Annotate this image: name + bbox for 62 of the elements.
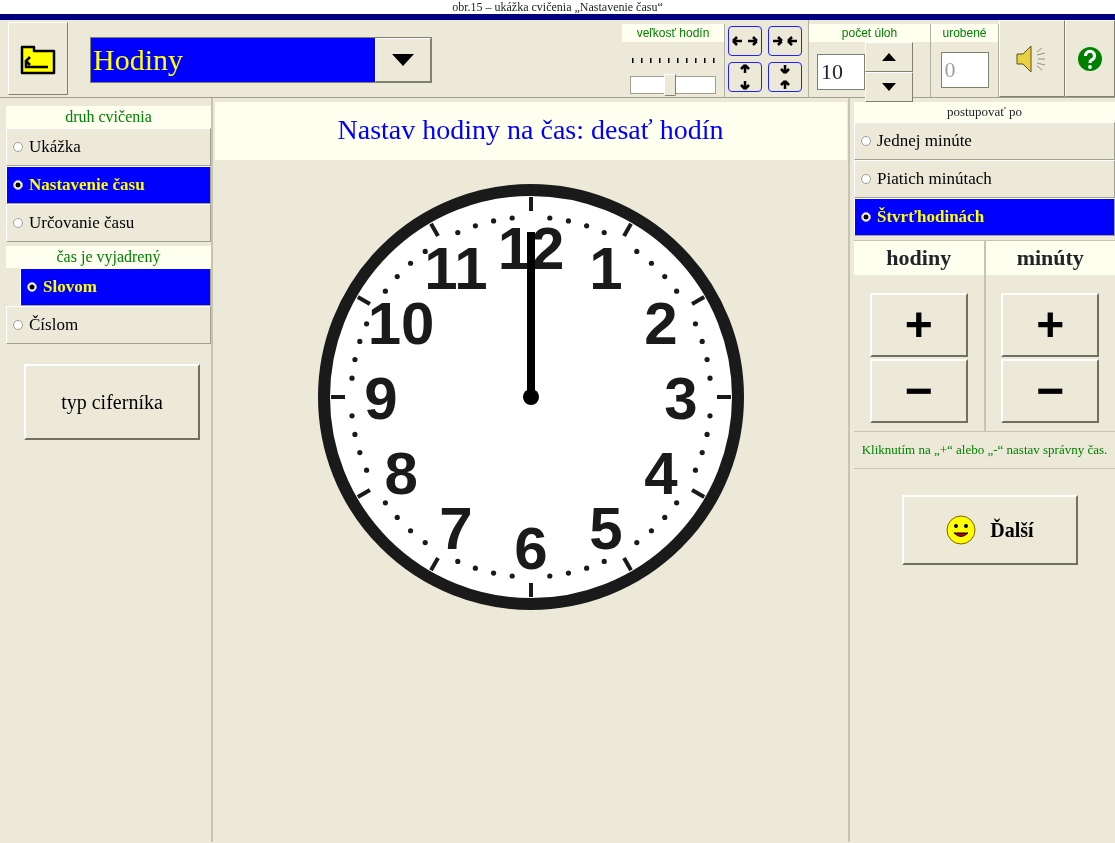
radio-icon — [13, 142, 23, 152]
option-item[interactable]: Určovanie času — [6, 204, 211, 242]
clock-numeral: 8 — [383, 440, 418, 507]
clock-numeral: 2 — [643, 290, 678, 357]
size-slider[interactable] — [630, 76, 716, 94]
topic-dropdown[interactable]: Hodiny — [90, 37, 432, 83]
clock-numeral: 4 — [643, 440, 678, 507]
resize-button[interactable] — [728, 61, 762, 92]
field-label: počet úloh — [809, 24, 930, 42]
caret-icon — [392, 54, 414, 66]
radio-icon — [861, 136, 871, 146]
count-field[interactable]: 10 — [817, 54, 865, 90]
smiley-icon — [946, 514, 977, 545]
next-button[interactable]: Ďalší — [902, 494, 1078, 565]
slider-label: veľkosť hodín — [622, 24, 724, 42]
spin-up-button[interactable] — [865, 42, 913, 72]
minus-button[interactable]: − — [869, 359, 968, 423]
clock-numeral: 5 — [588, 494, 623, 562]
done-field: 0 — [940, 52, 989, 88]
field-label: urobené — [931, 24, 998, 42]
hint-text: Kliknutím na „+“ alebo „-“ nastav správny čas. — [854, 431, 1115, 469]
option-item[interactable]: Číslom — [6, 306, 211, 344]
section-header: druh cvičenia — [6, 106, 211, 128]
radio-icon — [861, 174, 871, 184]
down-triangle-icon — [882, 83, 896, 91]
folder-up-button[interactable] — [8, 22, 68, 95]
task-heading: Nastav hodiny na čas: desať hodín — [214, 102, 847, 160]
radio-icon — [13, 180, 23, 190]
slider-thumb[interactable] — [664, 74, 677, 96]
plus-button[interactable]: + — [869, 293, 968, 357]
resize-button[interactable] — [728, 25, 762, 56]
spin-down-button[interactable] — [865, 72, 913, 102]
option-item[interactable]: Slovom — [20, 268, 211, 306]
resize-button[interactable] — [768, 25, 802, 56]
resize-button[interactable] — [768, 61, 802, 92]
up-triangle-icon — [882, 53, 896, 61]
sound-button[interactable] — [999, 20, 1065, 97]
option-item[interactable]: Ukážka — [6, 128, 211, 166]
dial-type-button[interactable]: typ ciferníka — [24, 364, 200, 440]
help-icon — [1077, 45, 1103, 72]
clock-numeral: 3 — [663, 365, 698, 432]
option-item[interactable]: Štvrťhodinách — [854, 198, 1115, 236]
clock-numeral: 7 — [438, 494, 473, 562]
radio-icon — [13, 218, 23, 228]
column-header: minúty — [985, 241, 1115, 275]
option-item[interactable]: Nastavenie času — [6, 166, 211, 204]
help-button[interactable] — [1065, 20, 1115, 97]
dropdown-button[interactable] — [375, 38, 431, 82]
column-header: hodiny — [854, 241, 984, 275]
caption-text: obr.15 – ukážka cvičenia „Nastavenie času“ — [452, 0, 663, 14]
option-item[interactable]: Jednej minúte — [854, 122, 1115, 160]
clock-numeral: 6 — [513, 515, 548, 582]
radio-icon — [861, 212, 871, 222]
radio-icon — [27, 282, 37, 292]
section-header: čas je vyjadrený — [6, 246, 211, 268]
plus-button[interactable]: + — [1001, 293, 1100, 357]
option-item[interactable]: Piatich minútach — [854, 160, 1115, 198]
minus-button[interactable]: − — [1001, 359, 1100, 423]
radio-icon — [13, 320, 23, 330]
clock-numeral: 1 — [588, 235, 623, 303]
clock-numeral: 9 — [363, 365, 398, 432]
section-header: postupovať po — [854, 102, 1115, 122]
